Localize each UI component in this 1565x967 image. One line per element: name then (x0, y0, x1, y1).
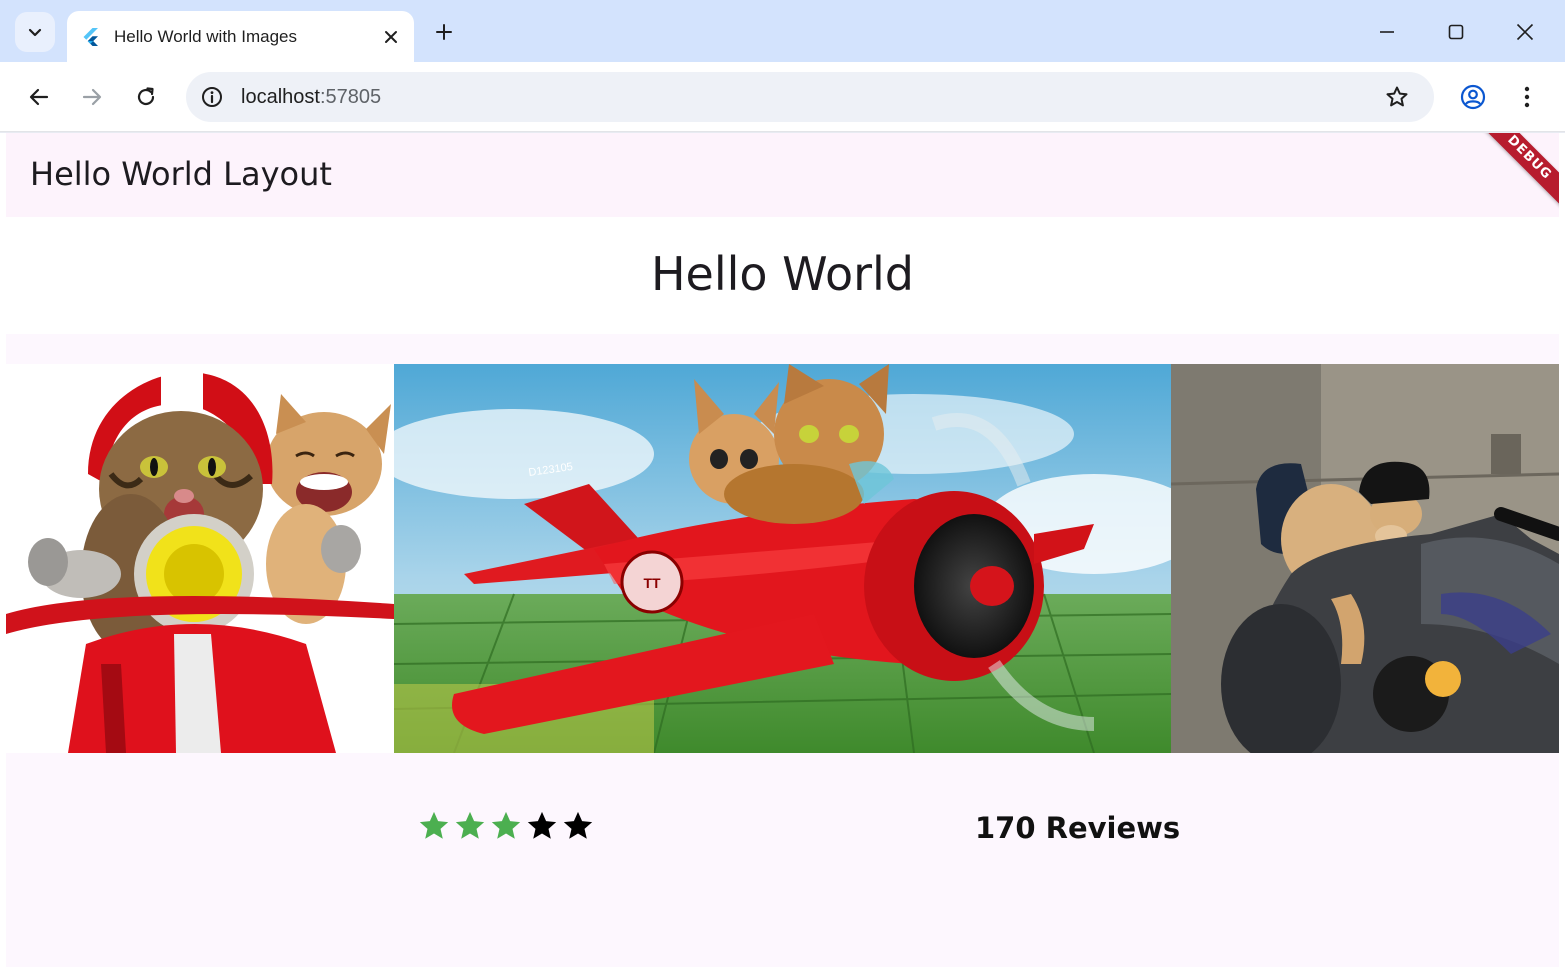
hello-heading: Hello World (650, 247, 915, 301)
bookmark-button[interactable] (1382, 82, 1412, 112)
profile-button[interactable] (1455, 79, 1491, 115)
maximize-button[interactable] (1438, 14, 1474, 50)
app-bar: Hello World Layout (6, 133, 1559, 217)
cats-in-red-airplane-image: TT D123105 (394, 364, 1171, 753)
close-icon (1516, 23, 1534, 41)
cats-on-scooter-image (6, 364, 394, 753)
star-filled-icon (419, 811, 449, 839)
star-filled-icon (455, 811, 485, 839)
images-row: TT D123105 (6, 364, 1559, 753)
plus-icon (436, 24, 452, 40)
close-window-button[interactable] (1507, 14, 1543, 50)
tab-close-button[interactable] (378, 24, 404, 50)
back-button[interactable] (21, 79, 57, 115)
address-bar[interactable]: localhost:57805 (186, 72, 1434, 122)
tab-search-button[interactable] (15, 12, 55, 52)
star-rating (416, 809, 596, 843)
star-empty-icon (563, 811, 593, 839)
star-empty-icon (527, 811, 557, 839)
url-port: :57805 (319, 85, 382, 108)
maximize-icon (1448, 24, 1464, 40)
minimize-button[interactable] (1369, 14, 1405, 50)
info-icon (202, 87, 222, 107)
url-text[interactable]: localhost:57805 (241, 86, 1382, 109)
svg-text:TT: TT (643, 575, 661, 591)
more-vert-icon (1524, 86, 1530, 108)
arrow-left-icon (29, 88, 49, 106)
chevron-down-icon (28, 28, 42, 37)
rating-row: 170 Reviews (6, 793, 1559, 853)
star-filled-icon (491, 811, 521, 839)
close-icon (385, 30, 397, 43)
forward-button[interactable] (74, 79, 110, 115)
new-tab-button[interactable] (430, 18, 458, 46)
app-viewport: Hello World Layout DEBUG Hello World TT … (6, 133, 1559, 967)
site-info-button[interactable] (200, 85, 224, 109)
minimize-icon (1380, 31, 1394, 33)
tab-title: Hello World with Images (114, 26, 297, 46)
flutter-icon (83, 27, 98, 46)
window-edge-right (1559, 133, 1565, 967)
browser-tab-active[interactable]: Hello World with Images (67, 11, 414, 62)
reviews-count: 170 Reviews (975, 811, 1181, 845)
url-host: localhost (241, 85, 320, 108)
app-bar-title: Hello World Layout (30, 155, 332, 193)
star-outline-icon (1386, 86, 1408, 107)
account-circle-icon (1460, 84, 1486, 110)
browser-tab-bar: Hello World with Images (0, 0, 1565, 62)
reload-button[interactable] (128, 79, 164, 115)
reload-icon (137, 87, 155, 106)
browser-toolbar: localhost:57805 (0, 62, 1565, 132)
hello-section: Hello World (6, 217, 1559, 334)
browser-menu-button[interactable] (1509, 79, 1545, 115)
cat-riding-motorbike-image (1171, 364, 1559, 753)
arrow-right-icon (82, 88, 102, 106)
